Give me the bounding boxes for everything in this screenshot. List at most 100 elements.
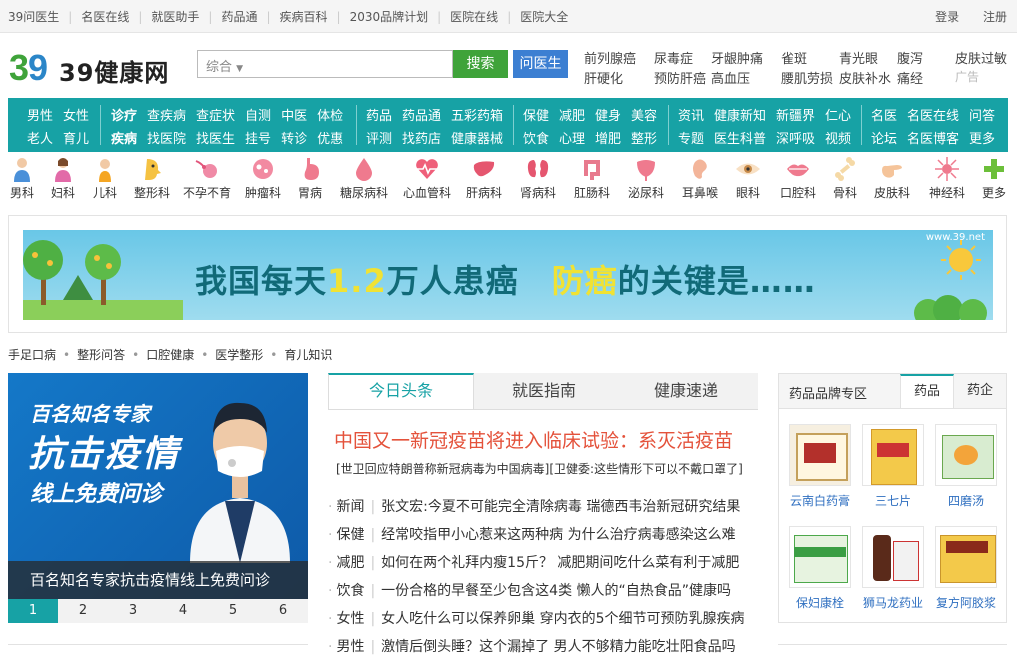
nav-link[interactable]: 中医: [281, 105, 307, 124]
pager-dot-3[interactable]: 3: [108, 599, 158, 623]
promo-caption[interactable]: 百名知名专家抗击疫情线上免费问诊: [8, 561, 308, 599]
dept-neurology[interactable]: 神经科: [928, 156, 966, 201]
tag-link[interactable]: 整形问答: [77, 348, 125, 362]
top-link-hospital-online[interactable]: 医院在线: [450, 8, 498, 25]
tab-health-express[interactable]: 健康速递: [614, 373, 758, 409]
nav-link[interactable]: 资讯: [678, 105, 704, 124]
nav-link[interactable]: 保健: [523, 105, 549, 124]
nav-link[interactable]: 查疾病: [147, 105, 186, 124]
sub-headline-links[interactable]: [世卫回应特朗普称新冠病毒为中国病毒][卫健委:这些情形下可以不戴口罩了]: [336, 460, 743, 477]
nav-link[interactable]: 自测: [245, 105, 271, 124]
nav-link[interactable]: 健身: [595, 105, 621, 124]
drug-name[interactable]: 三七片: [860, 492, 926, 509]
drug-item[interactable]: 保妇康栓: [787, 526, 853, 611]
nav-link[interactable]: 评测: [366, 128, 392, 147]
dept-diabetes[interactable]: 糖尿病科: [338, 156, 390, 201]
ask-doctor-button[interactable]: 问医生: [513, 50, 568, 78]
list-item[interactable]: · 饮食 | 一份合格的早餐至少包含这4类 懒人的“自热食品”健康吗: [328, 577, 731, 605]
top-link-drugs[interactable]: 药品通: [221, 8, 257, 25]
promo-slide[interactable]: 百名知名专家 抗击疫情 线上免费问诊 百名知名专家抗击疫情线上免费问诊: [8, 373, 308, 599]
pager-dot-1[interactable]: 1: [8, 599, 58, 623]
tab-medical-guide[interactable]: 就医指南: [474, 373, 614, 409]
pager-dot-6[interactable]: 6: [258, 599, 308, 623]
pager-dot-4[interactable]: 4: [158, 599, 208, 623]
dept-stomatology[interactable]: 口腔科: [778, 156, 818, 201]
news-title[interactable]: 如何在两个礼拜内瘦15斤？ 减肥期间吃什么菜有利于减肥: [381, 555, 739, 571]
nav-link[interactable]: 仁心: [825, 105, 851, 124]
dept-ent[interactable]: 耳鼻喉: [681, 156, 719, 201]
nav-link[interactable]: 转诊: [281, 128, 307, 147]
headline-link[interactable]: 中国又一新冠疫苗将进入临床试验：系灭活疫苗: [334, 426, 733, 453]
drug-item[interactable]: 四磨汤: [933, 424, 999, 509]
hot-keyword[interactable]: 高血压: [711, 68, 750, 87]
top-link-famous-doctors[interactable]: 名医在线: [81, 8, 129, 25]
drug-name[interactable]: 保妇康栓: [787, 594, 853, 611]
nav-link[interactable]: 专题: [678, 128, 704, 147]
dept-cardiology[interactable]: 心血管科: [401, 156, 453, 201]
dept-urology[interactable]: 泌尿科: [627, 156, 665, 201]
hot-keyword[interactable]: 皮肤过敏: [955, 48, 1007, 67]
hot-keyword[interactable]: 尿毒症: [654, 48, 693, 67]
news-category[interactable]: 女性: [336, 611, 364, 627]
list-item[interactable]: · 保健 | 经常咬指甲小心惹来这两种病 为什么治疗病毒感染这么难: [328, 521, 736, 549]
hot-keyword[interactable]: 预防肝癌: [654, 68, 706, 87]
nav-link[interactable]: 名医在线: [907, 105, 959, 124]
register-link[interactable]: 注册: [983, 10, 1007, 24]
nav-link[interactable]: 更多: [969, 128, 995, 147]
news-title[interactable]: 经常咬指甲小心惹来这两种病 为什么治疗病毒感染这么难: [381, 527, 735, 543]
top-link-disease-wiki[interactable]: 疾病百科: [280, 8, 328, 25]
nav-link[interactable]: 论坛: [871, 128, 897, 147]
dept-dermatology[interactable]: 皮肤科: [873, 156, 911, 201]
nav-link[interactable]: 减肥: [559, 105, 585, 124]
dept-oncology[interactable]: 肿瘤科: [244, 156, 282, 201]
nav-link[interactable]: 男性: [27, 105, 53, 124]
nav-link[interactable]: 优惠: [317, 128, 343, 147]
news-title[interactable]: 激情后倒头睡？这个漏掉了 男人不够精力能吃壮阳食品吗: [381, 639, 735, 655]
nav-link[interactable]: 疾病: [111, 128, 137, 147]
nav-link[interactable]: 挂号: [245, 128, 271, 147]
nav-link[interactable]: 深呼吸: [776, 128, 815, 147]
hot-keyword[interactable]: 皮肤补水: [839, 68, 891, 87]
nav-link[interactable]: 找医院: [147, 128, 186, 147]
nav-link[interactable]: 视频: [825, 128, 851, 147]
nav-link[interactable]: 老人: [27, 128, 53, 147]
tab-drugs[interactable]: 药品: [900, 374, 954, 408]
news-title[interactable]: 女人吃什么可以保养卵巢 穿内衣的5个细节可预防乳腺疾病: [381, 611, 744, 627]
pager-dot-2[interactable]: 2: [58, 599, 108, 623]
nav-link[interactable]: 整形: [631, 128, 657, 147]
news-title[interactable]: 张文宏:今夏不可能完全清除病毒 瑞德西韦治新冠研究结果: [381, 499, 740, 515]
pager-dot-5[interactable]: 5: [208, 599, 258, 623]
drug-name[interactable]: 复方阿胶浆: [933, 594, 999, 611]
drug-name[interactable]: 狮马龙药业: [860, 594, 926, 611]
nav-link[interactable]: 找药店: [402, 128, 441, 147]
search-scope-select[interactable]: 综合 ▼: [206, 56, 243, 75]
nav-link[interactable]: 问答: [969, 105, 995, 124]
top-link-2030-plan[interactable]: 2030品牌计划: [350, 8, 429, 25]
hot-keyword[interactable]: 肝硬化: [584, 68, 623, 87]
nav-link[interactable]: 增肥: [595, 128, 621, 147]
dept-infertility[interactable]: 不孕不育: [182, 156, 232, 201]
nav-link[interactable]: 饮食: [523, 128, 549, 147]
nav-link[interactable]: 找医生: [196, 128, 235, 147]
drug-name[interactable]: 云南白药膏: [787, 492, 853, 509]
dept-proctology[interactable]: 肛肠科: [573, 156, 611, 201]
nav-link[interactable]: 育儿: [63, 128, 89, 147]
list-item[interactable]: · 男性 | 激情后倒头睡？这个漏掉了 男人不够精力能吃壮阳食品吗: [328, 633, 736, 661]
drug-item[interactable]: 三七片: [860, 424, 926, 509]
nav-link[interactable]: 诊疗: [111, 105, 137, 124]
tag-link[interactable]: 手足口病: [8, 348, 56, 362]
tab-pharma-companies[interactable]: 药企: [954, 374, 1006, 408]
hot-keyword[interactable]: 痛经: [897, 68, 923, 87]
tag-link[interactable]: 育儿知识: [284, 348, 332, 362]
news-category[interactable]: 减肥: [336, 555, 364, 571]
dept-ophthalmology[interactable]: 眼科: [734, 156, 762, 201]
dept-hepatology[interactable]: 肝病科: [465, 156, 503, 201]
nav-link[interactable]: 健康新知: [714, 105, 766, 124]
nav-link[interactable]: 美容: [631, 105, 657, 124]
hot-keyword[interactable]: 腰肌劳损: [781, 68, 833, 87]
search-input[interactable]: 综合 ▼: [197, 50, 453, 78]
nav-link[interactable]: 药品通: [402, 105, 441, 124]
news-category[interactable]: 男性: [336, 639, 364, 655]
dept-gynecology[interactable]: 妇科: [49, 156, 77, 201]
news-category[interactable]: 新闻: [336, 499, 364, 515]
